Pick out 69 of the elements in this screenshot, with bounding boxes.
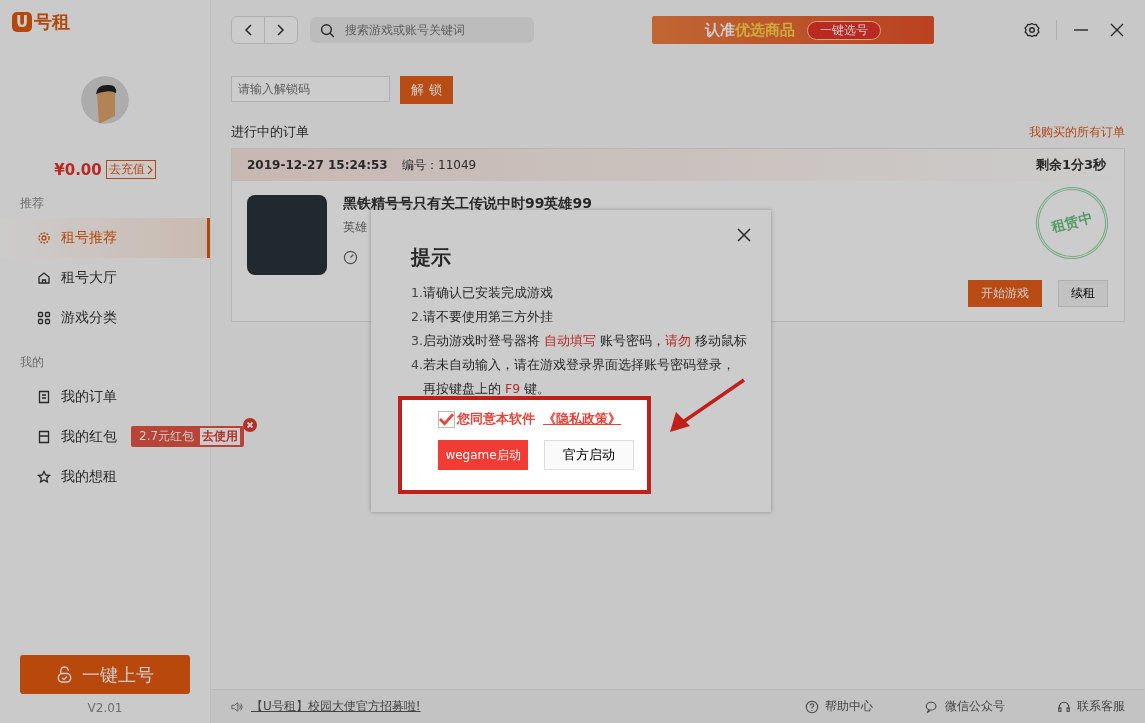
close-icon[interactable] [243, 418, 257, 432]
step-number: 1. [411, 284, 423, 302]
navigation-buttons[interactable] [231, 16, 298, 44]
unlock-code-field[interactable]: 请输入解锁码 [231, 76, 390, 102]
quick-login-button[interactable]: 一键上号 [20, 655, 190, 694]
agree-checkbox[interactable] [438, 410, 455, 428]
coupon-tooltip[interactable]: 2.7元红包 去使用 [131, 426, 245, 447]
remaining-time: 剩余1分3秒 [1035, 156, 1106, 174]
order-number: 编号：11049 [402, 156, 477, 174]
headset-icon [1057, 699, 1071, 714]
step-number: 4. [411, 356, 423, 374]
sidebar-item[interactable]: 我的订单 [0, 377, 210, 417]
search-bar[interactable]: 搜索游戏或账号关键词 [310, 17, 534, 43]
section-title: 推荐 [19, 195, 45, 212]
document-icon [37, 390, 51, 404]
game-title: 黑铁精号号只有关工传说中时99英雄99 [343, 195, 592, 213]
footer-link[interactable]: 帮助中心 [805, 698, 873, 715]
grid-icon [37, 311, 51, 325]
dialog-title: 提示 [411, 244, 452, 271]
official-launch-button[interactable]: 官方启动 [544, 440, 634, 470]
step-number: 3. [411, 332, 423, 350]
speaker-icon [231, 700, 243, 713]
game-subtitle: 英雄 [343, 219, 368, 236]
wegame-launch-button[interactable]: wegame启动 [438, 440, 528, 470]
close-icon[interactable] [1109, 22, 1125, 38]
coupon-amount: 2.7元红包 [139, 428, 195, 445]
banner-text: 认准优选商品 [705, 20, 795, 40]
sidebar-item[interactable]: 游戏分类 [0, 298, 210, 338]
star-icon [37, 470, 51, 484]
step-text: 请不要使用第三方外挂 [423, 308, 553, 326]
privacy-policy-link[interactable]: 《隐私政策》 [543, 410, 621, 428]
search-field[interactable]: 搜索游戏或账号关键词 [342, 22, 524, 38]
sidebar-item[interactable]: 我的想租 [0, 457, 210, 497]
gear-icon [37, 231, 51, 245]
version-label: V2.01 [86, 700, 124, 717]
settings-icon[interactable] [1024, 22, 1040, 38]
step-number: 2. [411, 308, 423, 326]
step-text: 若未自动输入，请在游戏登录界面选择账号密码登录， 再按键盘上的 F9 键。 [423, 356, 735, 398]
coupon-use-button[interactable]: 去使用 [200, 428, 241, 445]
section-title: 我的 [19, 354, 45, 371]
unlock-button[interactable]: 解 锁 [400, 76, 453, 104]
footer-link[interactable]: 微信公众号 [925, 698, 1005, 715]
start-game-button[interactable]: 开始游戏 [968, 280, 1042, 307]
all-orders-link[interactable]: 我购买的所有订单 [1029, 123, 1125, 141]
order-time: 2019-12-27 15:24:53 [247, 158, 389, 172]
sidebar-item[interactable]: 租号大厅 [0, 258, 210, 298]
step-text: 请确认已安装完成游戏 [423, 284, 553, 302]
recharge-link[interactable]: 去充值 [105, 160, 156, 179]
step-text: 启动游戏时登号器将 自动填写 账号密码，请勿 移动鼠标 [423, 332, 747, 350]
help-icon [805, 699, 819, 714]
section-title: 进行中的订单 [231, 123, 309, 141]
footer-link[interactable]: 联系客服 [1057, 698, 1125, 715]
promo-banner[interactable]: 认准优选商品 一键选号 [652, 16, 934, 44]
chat-bubble-icon [925, 699, 939, 714]
home-icon [37, 271, 51, 285]
avatar-icon[interactable] [81, 76, 129, 124]
lock-icon [56, 666, 72, 683]
close-icon[interactable] [737, 228, 751, 242]
agree-text: 您同意本软件 [457, 410, 535, 428]
balance-amount: ¥0.00 [54, 160, 102, 179]
logo-text: 号租 [34, 10, 70, 34]
search-icon[interactable] [320, 22, 335, 38]
notice-link[interactable]: 【U号租】校园大使官方招募啦! [251, 698, 421, 715]
banner-button[interactable]: 一键选号 [807, 20, 881, 40]
renew-button[interactable]: 续租 [1058, 280, 1108, 307]
clock-icon [343, 250, 358, 265]
wallet-icon [37, 430, 51, 444]
logo-mark: U [12, 12, 32, 32]
chevron-icon [146, 164, 153, 175]
